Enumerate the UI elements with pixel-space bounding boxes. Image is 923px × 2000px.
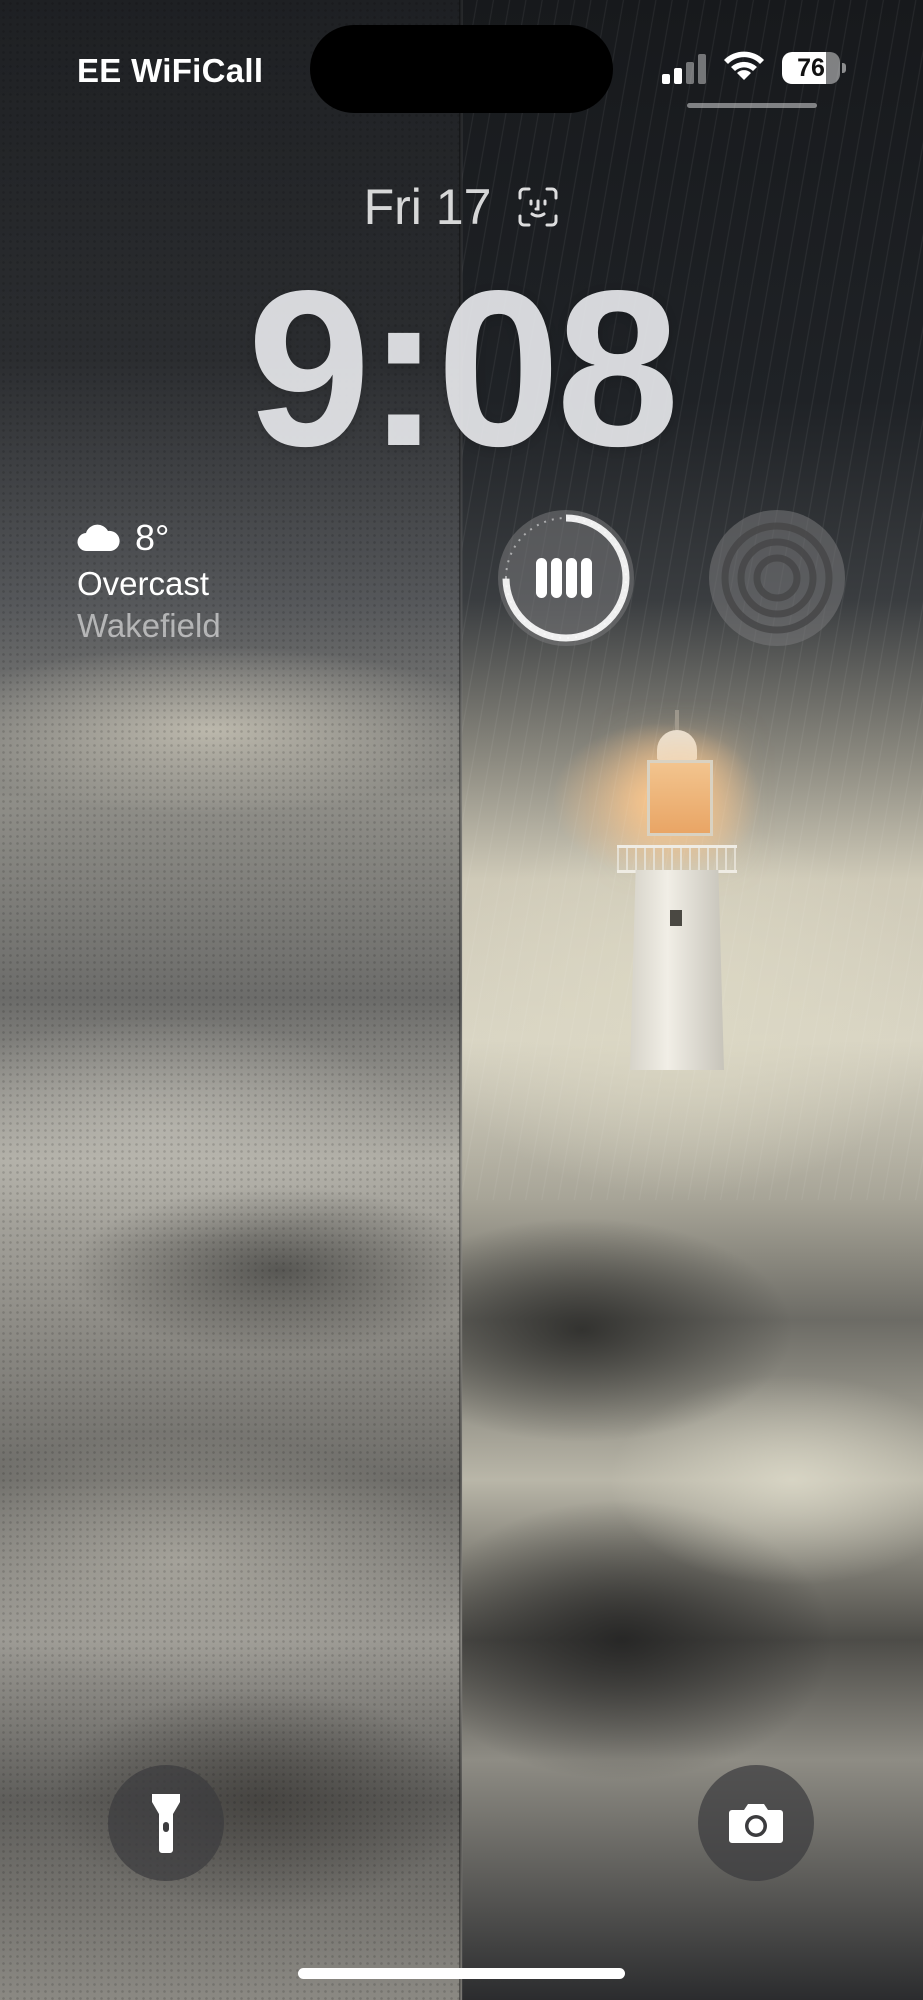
carrier-label: EE WiFiCall [77, 52, 264, 89]
signal-bar [674, 68, 682, 84]
weather-row: 8° [77, 515, 221, 561]
weather-widget[interactable]: 8° Overcast Wakefield [77, 515, 221, 645]
camera-icon [729, 1804, 783, 1843]
lock-screen-clock[interactable]: 9:08 [0, 258, 923, 480]
battery-cells-icon [502, 514, 630, 642]
control-center-indicator[interactable] [687, 103, 817, 108]
flashlight-button[interactable] [108, 1765, 224, 1881]
weather-location: Wakefield [77, 607, 221, 644]
dynamic-island[interactable] [310, 25, 613, 113]
face-id-icon [518, 187, 558, 227]
rings-widget[interactable] [709, 510, 845, 646]
date-label: Fri 17 [363, 179, 492, 235]
wifi-icon [724, 51, 764, 80]
lighthouse-image [612, 700, 742, 1070]
signal-bar [698, 54, 706, 84]
status-bar[interactable]: EE WiFiCall 76 [0, 0, 923, 113]
weather-temperature: 8° [135, 517, 170, 558]
signal-bar [662, 74, 670, 84]
signal-bar [686, 62, 694, 84]
battery-icon: 76 [782, 52, 840, 84]
weather-condition: Overcast [77, 565, 210, 602]
battery-percentage: 76 [797, 53, 825, 82]
camera-button[interactable] [698, 1765, 814, 1881]
concentric-rings-icon [721, 522, 833, 634]
home-indicator[interactable] [298, 1968, 625, 1979]
cloud-icon [77, 524, 120, 552]
date-row: Fri 17 [0, 178, 923, 236]
battery-ring-widget[interactable] [498, 510, 634, 646]
lock-screen: EE WiFiCall 76 Fri 17 9:08 8° Overcast W… [0, 0, 923, 2000]
flashlight-icon [152, 1794, 180, 1853]
cellular-signal-icon [662, 54, 708, 84]
battery-cap [842, 63, 846, 73]
